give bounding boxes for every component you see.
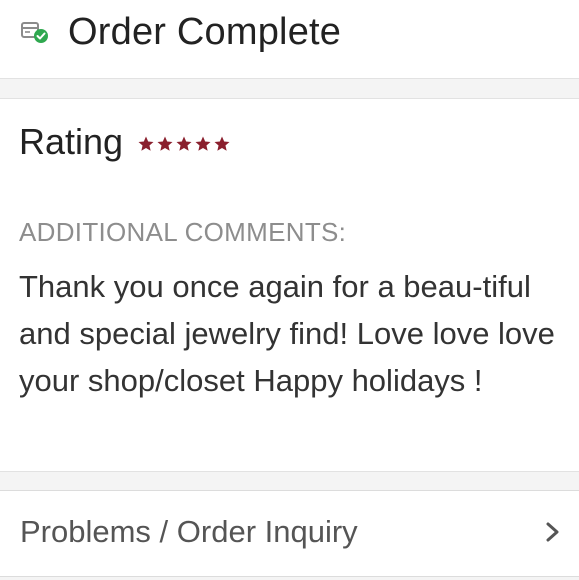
order-complete-screen: Order Complete Rating ADDITIONAL COMMENT…: [0, 0, 579, 580]
order-box-check-icon: [21, 22, 48, 43]
star-icon: [195, 136, 211, 151]
star-icon: [214, 136, 230, 151]
rating-label: Rating: [19, 121, 124, 162]
comments-heading: ADDITIONAL COMMENTS:: [19, 217, 347, 247]
comments-text: Thank you once again for a beau-tiful an…: [19, 269, 555, 398]
header: Order Complete: [0, 0, 579, 79]
order-inquiry-link[interactable]: Problems / Order Inquiry: [0, 490, 579, 577]
star-icon: [176, 136, 192, 151]
star-icon: [138, 136, 154, 151]
rating-card: Rating ADDITIONAL COMMENTS: Thank you on…: [0, 98, 579, 472]
star-rating: [137, 135, 232, 153]
rating-row: Rating: [19, 119, 232, 165]
page-title: Order Complete: [68, 11, 342, 53]
star-icon: [157, 136, 173, 151]
chevron-right-icon: [546, 522, 559, 542]
order-inquiry-label: Problems / Order Inquiry: [20, 514, 358, 549]
